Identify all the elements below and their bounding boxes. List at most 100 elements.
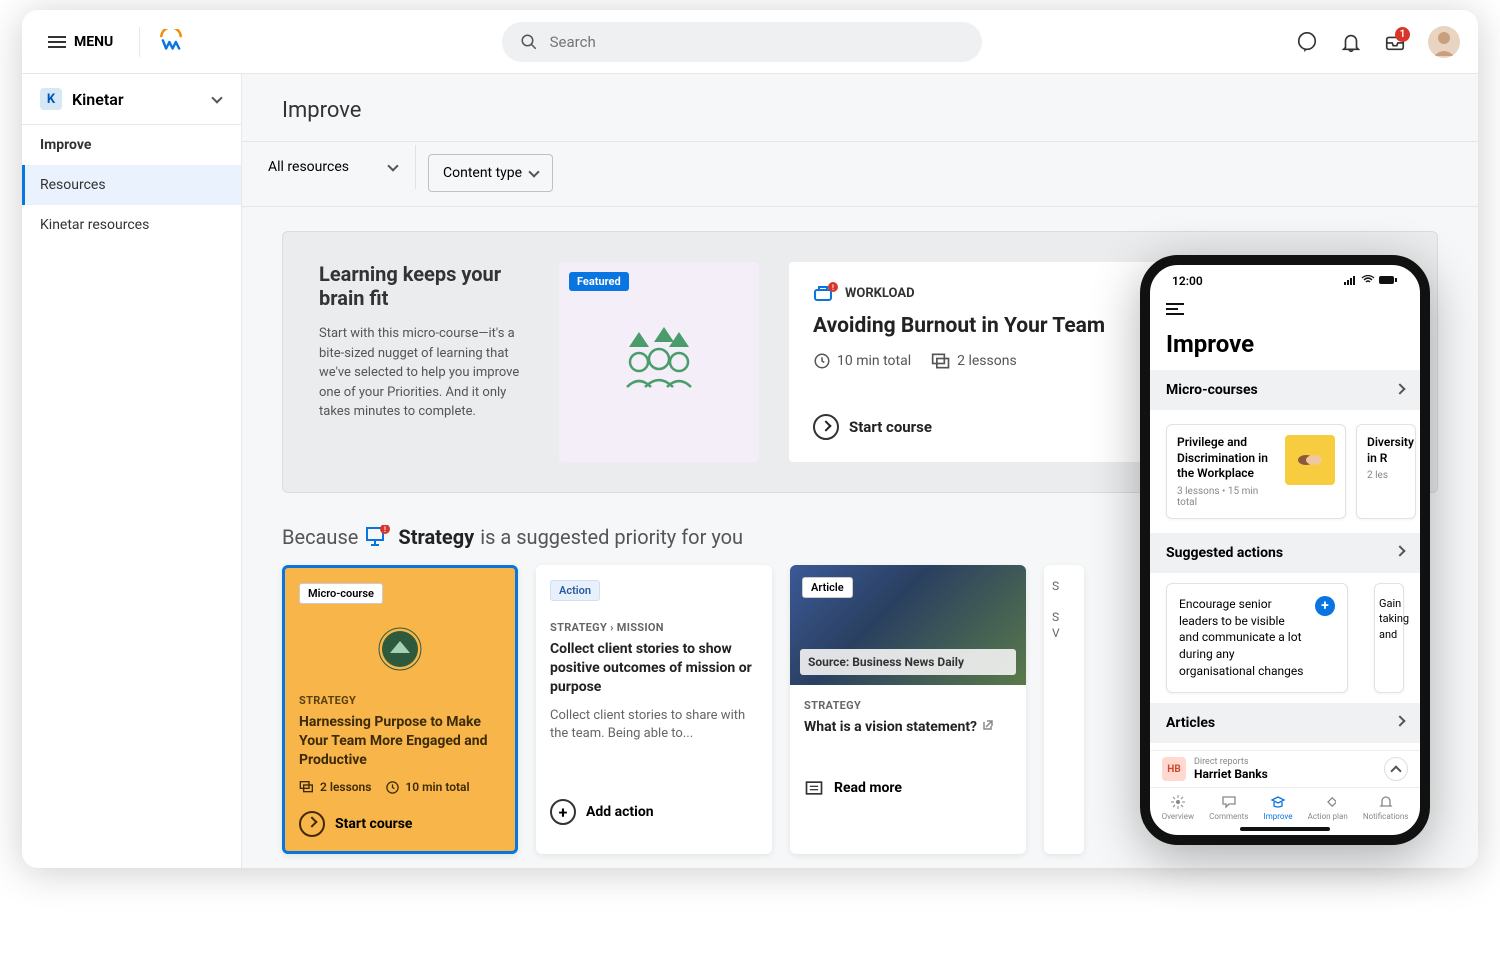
expand-icon[interactable] (1384, 757, 1408, 781)
section-priority: Strategy (398, 525, 474, 549)
phone-status-bar: 12:00 (1150, 265, 1420, 293)
tab-label: Notifications (1363, 812, 1408, 821)
menu-button[interactable]: MENU (40, 26, 121, 58)
card-label: Article (802, 577, 853, 598)
workday-logo[interactable] (139, 27, 187, 57)
filter-all-resources[interactable]: All resources (250, 145, 416, 189)
section-suffix: is a suggested priority for you (480, 525, 743, 549)
company-initial: K (40, 88, 62, 110)
filter-content-type[interactable]: Content type (428, 154, 553, 192)
hero-category: WORKLOAD (845, 286, 915, 301)
action-card-partial[interactable]: Gain taking and (1374, 583, 1404, 693)
tab-improve[interactable]: Improve (1264, 794, 1293, 821)
micro-illustration (299, 614, 501, 684)
tab-notifications[interactable]: Notifications (1363, 794, 1408, 821)
external-link-icon (981, 719, 993, 731)
hero-intro: Learning keeps your brain fit Start with… (319, 262, 529, 462)
section-label: Articles (1166, 715, 1215, 731)
card-add-action[interactable]: + Add action (550, 799, 758, 825)
bell-icon[interactable] (1340, 31, 1362, 53)
hero-heading: Learning keeps your brain fit (319, 262, 529, 310)
phone-status-icons (1344, 274, 1398, 288)
team-illustration (609, 327, 709, 397)
section-micro-courses[interactable]: Micro-courses (1150, 370, 1420, 410)
card-category: STRATEGY (299, 694, 501, 707)
start-course-label: Start course (849, 418, 932, 436)
user-name: Harriet Banks (1194, 767, 1268, 781)
card-breadcrumb: STRATEGY › MISSION (550, 621, 758, 634)
avatar[interactable] (1428, 26, 1460, 58)
lessons-icon (299, 780, 315, 794)
card-action[interactable]: Action STRATEGY › MISSION Collect client… (536, 565, 772, 854)
tab-label: Improve (1264, 812, 1293, 821)
mini-card-partial[interactable]: Diversity in R 2 les (1356, 424, 1416, 519)
filter-all-label: All resources (268, 159, 349, 175)
card-start-course[interactable]: Start course (299, 811, 501, 837)
page-title: Improve (242, 74, 1478, 141)
section-suggested-actions[interactable]: Suggested actions (1150, 533, 1420, 573)
plus-circle-icon: + (550, 799, 576, 825)
chevron-right-icon (1394, 716, 1405, 727)
svg-text:!: ! (832, 284, 834, 292)
user-initials: HB (1162, 757, 1186, 781)
home-indicator (1240, 827, 1330, 831)
card-article[interactable]: Article Source: Business News Daily STRA… (790, 565, 1026, 854)
card-read-more[interactable]: Read more (804, 779, 1012, 797)
mini-card-title: Privilege and Discrimination in the Work… (1177, 435, 1277, 482)
search-input[interactable] (550, 33, 964, 51)
workload-icon: ! (813, 282, 839, 304)
section-label: Suggested actions (1166, 545, 1283, 561)
featured-tag: Featured (569, 272, 629, 291)
phone-tabbar: Overview Comments Improve Action plan No… (1150, 787, 1420, 825)
hamburger-icon (48, 36, 66, 48)
card-title-text: What is a vision statement? (804, 719, 977, 735)
chevron-right-icon (1394, 546, 1405, 557)
card-cta: Add action (586, 804, 654, 820)
card-micro-course[interactable]: Micro-course STRATEGY Harnessing Purpose… (282, 565, 518, 854)
hero-duration: 10 min total (837, 353, 911, 369)
mini-thumb (1285, 435, 1335, 485)
searchbar[interactable] (502, 22, 982, 62)
card-partial[interactable]: SSV (1044, 565, 1084, 854)
plus-icon[interactable]: + (1315, 596, 1335, 616)
chat-icon[interactable] (1296, 31, 1318, 53)
card-meta: 2 lessons 10 min total (299, 780, 501, 795)
menu-label: MENU (74, 34, 113, 50)
filter-content-label: Content type (443, 165, 522, 181)
action-card[interactable]: Encourage senior leaders to be visible a… (1166, 583, 1348, 693)
sidebar-item-kinetar-resources[interactable]: Kinetar resources (22, 205, 241, 245)
sidebar-item-improve[interactable]: Improve (22, 125, 241, 165)
tab-overview[interactable]: Overview (1162, 794, 1194, 821)
chevron-down-icon (528, 166, 539, 177)
section-prefix: Because (282, 525, 358, 549)
sidebar-item-resources[interactable]: Resources (22, 165, 241, 205)
inbox-badge: 1 (1395, 27, 1410, 42)
mini-card-sub: 2 les (1367, 470, 1414, 481)
section-label: Micro-courses (1166, 382, 1258, 398)
action-text-partial: Gain taking and (1379, 596, 1409, 642)
phone-user-bar[interactable]: HB Direct reports Harriet Banks (1150, 750, 1420, 787)
section-articles[interactable]: Articles (1150, 703, 1420, 743)
tab-comments[interactable]: Comments (1209, 794, 1248, 821)
card-title: Collect client stories to show positive … (550, 640, 758, 697)
tab-action-plan[interactable]: Action plan (1308, 794, 1348, 821)
phone-content: Improve Micro-courses Privilege and Disc… (1150, 293, 1420, 750)
phone-menu-icon[interactable] (1150, 297, 1420, 324)
mini-card[interactable]: Privilege and Discrimination in the Work… (1166, 424, 1346, 519)
inbox-icon[interactable]: 1 (1384, 31, 1406, 53)
card-cta: Read more (834, 780, 902, 796)
card-lessons: 2 lessons (320, 780, 371, 794)
action-text: Encourage senior leaders to be visible a… (1179, 596, 1305, 680)
phone-time: 12:00 (1172, 274, 1203, 288)
duration: 10 min total (813, 352, 911, 370)
article-source: Source: Business News Daily (800, 649, 1016, 675)
card-title: What is a vision statement? (804, 718, 1012, 737)
clock-icon (813, 352, 831, 370)
card-label: Micro-course (299, 583, 383, 604)
company-selector[interactable]: K Kinetar (22, 74, 241, 125)
company-name: Kinetar (72, 90, 124, 109)
tab-label: Comments (1209, 812, 1248, 821)
lessons: 2 lessons (931, 352, 1017, 370)
hero-lessons: 2 lessons (957, 353, 1017, 369)
strategy-icon: ! (364, 525, 392, 549)
